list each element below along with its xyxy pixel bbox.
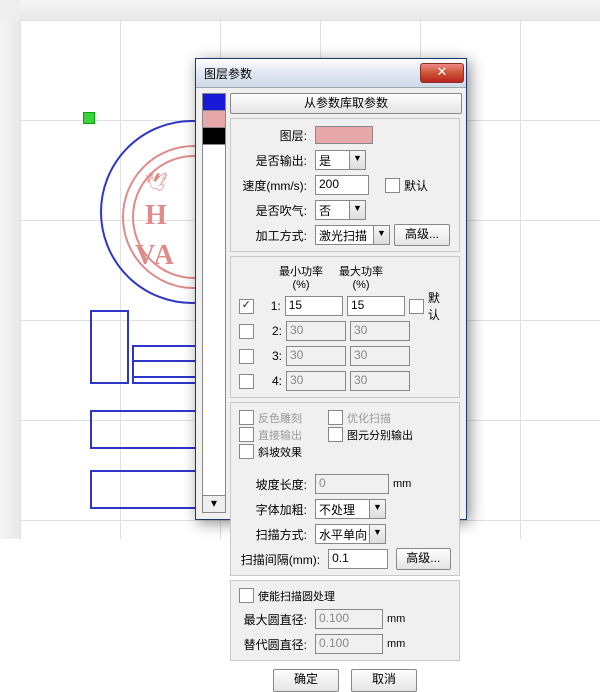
max-dia-input: 0.100 bbox=[315, 609, 383, 629]
heart-text-2: VA bbox=[135, 240, 176, 272]
swatch-pink[interactable] bbox=[203, 111, 225, 128]
chevron-down-icon: ▼ bbox=[369, 500, 385, 518]
scan-gap-input[interactable]: 0.1 bbox=[328, 549, 387, 569]
p4-checkbox[interactable] bbox=[239, 374, 254, 389]
chevron-down-icon: ▼ bbox=[373, 226, 389, 244]
scan-dir-combo[interactable]: 水平单向▼ bbox=[315, 524, 386, 544]
p3-max-input: 30 bbox=[350, 346, 410, 366]
heart-text-1: H bbox=[145, 200, 169, 232]
direct-out-checkbox[interactable] bbox=[239, 427, 254, 442]
p2-checkbox[interactable] bbox=[239, 324, 254, 339]
blow-combo[interactable]: 否▼ bbox=[315, 200, 366, 220]
dialog-titlebar[interactable]: 图层参数 bbox=[196, 59, 466, 88]
layer-params-dialog: 图层参数 ▾ 从参数库取参数 图层: 是否输出: 是▼ 速度(mm/s): 20… bbox=[195, 58, 467, 520]
dialog-footer: 确定 取消 bbox=[230, 669, 460, 692]
mode-label: 加工方式: bbox=[239, 227, 311, 244]
p1-label: 1: bbox=[258, 299, 281, 313]
elem-out-checkbox[interactable] bbox=[328, 427, 343, 442]
p2-max-input: 30 bbox=[350, 321, 410, 341]
blow-label: 是否吹气: bbox=[239, 202, 311, 219]
sidebar-scroll-down[interactable]: ▾ bbox=[203, 495, 225, 512]
p3-label: 3: bbox=[258, 349, 282, 363]
p2-label: 2: bbox=[258, 324, 282, 338]
max-dia-label: 最大圆直径: bbox=[239, 611, 311, 628]
swatch-blue[interactable] bbox=[203, 94, 225, 111]
p3-checkbox[interactable] bbox=[239, 349, 254, 364]
output-combo[interactable]: 是▼ bbox=[315, 150, 366, 170]
speed-input[interactable]: 200 bbox=[315, 175, 369, 195]
sub-dia-input: 0.100 bbox=[315, 634, 383, 654]
close-button[interactable] bbox=[420, 63, 464, 83]
load-from-library-button[interactable]: 从参数库取参数 bbox=[230, 93, 462, 114]
p1-min-input[interactable]: 15 bbox=[285, 296, 343, 316]
output-label: 是否输出: bbox=[239, 152, 311, 169]
advanced2-button[interactable]: 高级... bbox=[396, 548, 451, 570]
font-bold-combo[interactable]: 不处理▼ bbox=[315, 499, 386, 519]
scan-gap-label: 扫描间隔(mm): bbox=[239, 551, 324, 568]
font-bold-label: 字体加粗: bbox=[239, 501, 311, 518]
dialog-title: 图层参数 bbox=[204, 65, 420, 82]
slope-len-input: 0 bbox=[315, 474, 389, 494]
chevron-down-icon: ▼ bbox=[369, 525, 385, 543]
chevron-down-icon: ▼ bbox=[349, 201, 365, 219]
dove-icon: 🕊 bbox=[145, 172, 168, 193]
shape-box-1[interactable] bbox=[90, 310, 129, 384]
neg-engrave-checkbox[interactable] bbox=[239, 410, 254, 425]
scan-dir-label: 扫描方式: bbox=[239, 526, 311, 543]
opt-scan-checkbox[interactable] bbox=[328, 410, 343, 425]
layer-color-chip[interactable] bbox=[315, 126, 373, 144]
ruler-horizontal bbox=[20, 0, 600, 21]
selection-handle[interactable] bbox=[83, 112, 95, 124]
p3-min-input: 30 bbox=[286, 346, 346, 366]
power-group: 最小功率(%)最大功率(%) 1: 15 15 默认 2: 30 30 3: 3… bbox=[230, 256, 460, 398]
cancel-button[interactable]: 取消 bbox=[351, 669, 417, 692]
power-default-label: 默认 bbox=[428, 289, 451, 323]
scan-group: 反色雕刻 直接输出 斜坡效果 优化扫描 图元分别输出 坡度长度: 0 mm 字体… bbox=[230, 402, 460, 576]
ok-button[interactable]: 确定 bbox=[273, 669, 339, 692]
color-sidebar: ▾ bbox=[202, 93, 226, 513]
speed-default-label: 默认 bbox=[404, 177, 428, 194]
advanced1-button[interactable]: 高级... bbox=[394, 224, 450, 246]
circle-group: 使能扫描圆处理 最大圆直径: 0.100 mm 替代圆直径: 0.100 mm bbox=[230, 580, 460, 661]
p4-max-input: 30 bbox=[350, 371, 410, 391]
layer-label: 图层: bbox=[239, 127, 311, 144]
power-default-checkbox[interactable] bbox=[409, 299, 424, 314]
chevron-down-icon: ▼ bbox=[349, 151, 365, 169]
power-header: 最小功率(%)最大功率(%) bbox=[239, 263, 451, 291]
p4-min-input: 30 bbox=[286, 371, 346, 391]
ruler-vertical bbox=[0, 20, 21, 539]
dialog-body: 从参数库取参数 图层: 是否输出: 是▼ 速度(mm/s): 200 默认 是否… bbox=[230, 93, 460, 513]
sub-dia-label: 替代圆直径: bbox=[239, 636, 311, 653]
p1-max-input[interactable]: 15 bbox=[347, 296, 405, 316]
basic-group: 图层: 是否输出: 是▼ 速度(mm/s): 200 默认 是否吹气: 否▼ 加… bbox=[230, 118, 460, 252]
speed-default-checkbox[interactable] bbox=[385, 178, 400, 193]
p4-label: 4: bbox=[258, 374, 282, 388]
p2-min-input: 30 bbox=[286, 321, 346, 341]
slope-checkbox[interactable] bbox=[239, 444, 254, 459]
p1-checkbox[interactable] bbox=[239, 299, 254, 314]
ruler-corner bbox=[0, 0, 21, 21]
enable-circle-checkbox[interactable] bbox=[239, 588, 254, 603]
swatch-black[interactable] bbox=[203, 128, 225, 145]
speed-label: 速度(mm/s): bbox=[239, 177, 311, 194]
slope-len-label: 坡度长度: bbox=[239, 476, 311, 493]
mode-combo[interactable]: 激光扫描▼ bbox=[315, 225, 390, 245]
